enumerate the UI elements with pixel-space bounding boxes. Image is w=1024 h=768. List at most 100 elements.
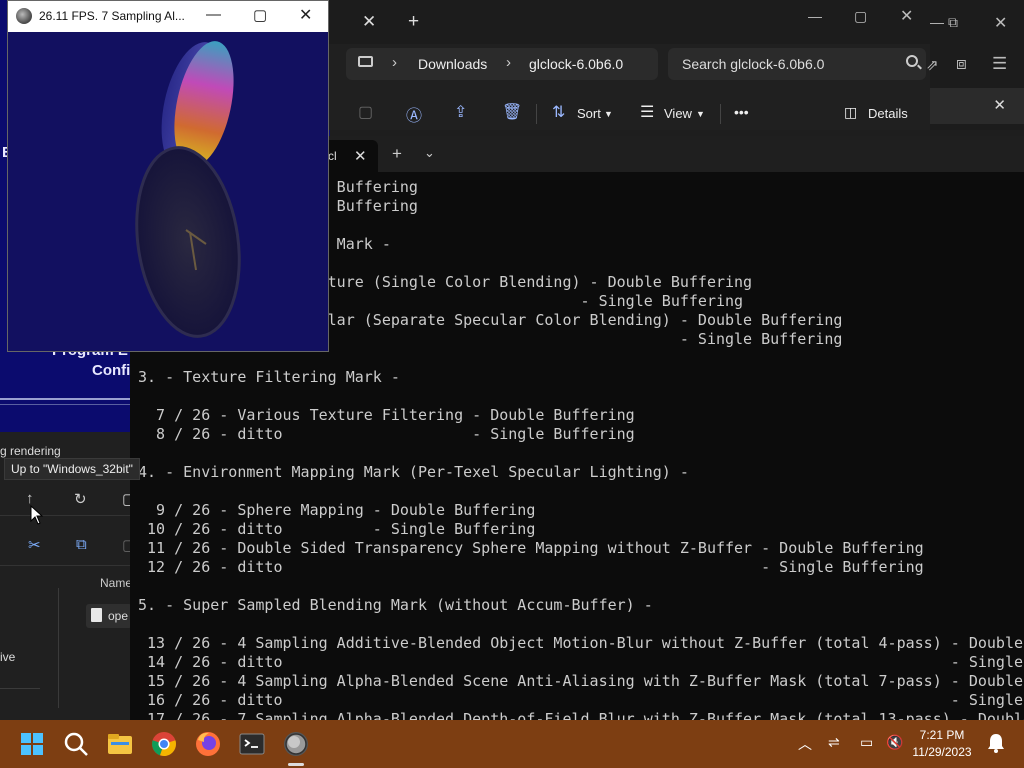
address-bar[interactable]: › Downloads › glclock-6.0b6.0	[346, 48, 658, 80]
glclock-title-bar[interactable]: 26.11 FPS. 7 Sampling Al... — ▢ ✕	[8, 1, 328, 32]
background-app-text: Confi	[92, 362, 131, 379]
search-icon	[906, 55, 918, 67]
file-icon	[91, 608, 102, 622]
menu-icon[interactable]: ☰	[992, 54, 1007, 74]
copy-icon[interactable]: ⧉	[76, 536, 87, 553]
volume-icon[interactable]: 🔇	[886, 734, 903, 751]
divider	[0, 398, 130, 400]
nav-row: ↑ ↻ ▢	[0, 480, 136, 516]
chevron-down-icon: ▼	[696, 109, 705, 119]
chevron-right-icon[interactable]: ›	[506, 54, 511, 71]
command-row: ✂ ⧉ ▢	[0, 524, 136, 566]
glclock-window[interactable]: 26.11 FPS. 7 Sampling Al... — ▢ ✕	[7, 0, 329, 352]
extensions-icon[interactable]: ⧈	[956, 54, 967, 74]
terminal-line: 4. - Environment Mapping Mark (Per-Texel…	[138, 463, 689, 481]
details-button[interactable]: Details	[868, 106, 908, 121]
file-explorer-icon[interactable]	[104, 728, 136, 760]
clock-render-canvas	[135, 41, 241, 338]
close-tab-icon[interactable]: ✕	[354, 147, 367, 165]
divider	[58, 588, 59, 708]
divider	[0, 688, 40, 689]
terminal-line: 15 / 26 - 4 Sampling Alpha-Blended Scene…	[138, 672, 1024, 690]
terminal-line: 3. - Texture Filtering Mark -	[138, 368, 400, 386]
terminal-line: 12 / 26 - ditto - Single Buffering	[138, 558, 924, 576]
file-item[interactable]: ope	[86, 604, 132, 628]
terminal-line: 10 / 26 - ditto - Single Buffering	[138, 520, 536, 538]
glclock-app-icon	[16, 8, 32, 24]
terminal-line: 7 / 26 - Various Texture Filtering - Dou…	[138, 406, 635, 424]
minimize-icon[interactable]: —	[930, 14, 944, 30]
refresh-icon[interactable]: ↻	[74, 490, 87, 508]
cut-icon[interactable]: ✂	[28, 536, 41, 554]
command-bar: ▢ Ⓐ ⇪ 🗑 ⇅ Sort ▼ ☰ View ▼ ••• ◫ Details	[328, 98, 930, 130]
firefox-icon[interactable]	[192, 728, 224, 760]
taskbar: ︿ ⇌ ▭ 🔇 7:21 PM 11/29/2023	[0, 720, 1024, 768]
new-tab-icon[interactable]: +	[408, 11, 419, 33]
view-button[interactable]: View	[664, 106, 692, 121]
rename-icon[interactable]: Ⓐ	[406, 102, 422, 126]
maximize-icon[interactable]: ▢	[854, 8, 867, 25]
chevron-down-icon[interactable]: ⌄	[424, 145, 435, 161]
terminal-tab-label: cl	[328, 149, 337, 163]
chrome-icon[interactable]	[148, 728, 180, 760]
restore-icon[interactable]: ⧉	[948, 14, 958, 31]
active-app-indicator	[288, 763, 304, 766]
column-header-name[interactable]: Name	[100, 576, 132, 590]
sidebar-item[interactable]: ive	[0, 650, 15, 664]
sort-icon[interactable]: ⇅	[552, 102, 565, 122]
close-icon[interactable]: ✕	[299, 5, 312, 25]
breadcrumb-downloads[interactable]: Downloads	[418, 56, 487, 72]
close-icon[interactable]: ✕	[900, 6, 913, 26]
close-tab-icon[interactable]: ✕	[362, 12, 376, 32]
delete-icon[interactable]: 🗑	[502, 102, 522, 122]
search-placeholder: Search glclock-6.0b6.0	[682, 56, 825, 72]
windows-start-icon[interactable]	[16, 728, 48, 760]
chevron-down-icon: ▼	[604, 109, 613, 119]
maximize-icon[interactable]: ▢	[253, 6, 267, 24]
terminal-icon[interactable]	[236, 728, 268, 760]
new-tab-icon[interactable]: +	[392, 144, 402, 164]
terminal-line: 17 / 26 - 7 Sampling Alpha-Blended Depth…	[138, 710, 1024, 720]
rendering-text: g rendering	[0, 444, 61, 458]
terminal-line: 8 / 26 - ditto - Single Buffering	[138, 425, 635, 443]
window-title: 26.11 FPS. 7 Sampling Al...	[39, 9, 185, 23]
file-name: ope	[108, 609, 129, 623]
divider	[536, 104, 537, 124]
clock-body	[136, 147, 240, 337]
share-icon[interactable]: ⇪	[454, 102, 467, 122]
minimize-icon[interactable]: —	[808, 8, 822, 24]
terminal-line: 13 / 26 - 4 Sampling Additive-Blended Ob…	[138, 634, 1024, 652]
breadcrumb-current-folder[interactable]: glclock-6.0b6.0	[529, 56, 623, 72]
minimize-icon[interactable]: —	[206, 6, 221, 23]
extra-icon[interactable]: ⇗	[926, 56, 939, 74]
close-icon[interactable]: ✕	[993, 96, 1006, 114]
taskbar-clock[interactable]: 7:21 PM 11/29/2023	[912, 727, 972, 761]
terminal-line: 14 / 26 - ditto - Single	[138, 653, 1024, 671]
chevron-right-icon[interactable]: ›	[392, 54, 397, 71]
explorer-tab-bar: ✕ + — ▢ ✕	[328, 0, 930, 44]
search-input[interactable]: Search glclock-6.0b6.0	[668, 48, 926, 80]
notification-bell-icon[interactable]	[986, 732, 1006, 754]
background-explorer-window: g rendering Up to "Windows_32bit" ↑ ↻ ▢ …	[0, 432, 140, 722]
sort-button[interactable]: Sort	[577, 106, 601, 121]
paste-icon[interactable]: ▢	[358, 102, 373, 122]
display-icon[interactable]: ▭	[860, 734, 873, 751]
view-icon[interactable]: ☰	[640, 102, 654, 122]
clock-date: 11/29/2023	[912, 745, 972, 759]
more-options-button[interactable]: •••	[734, 104, 749, 120]
terminal-line: 11 / 26 - Double Sided Transparency Sphe…	[138, 539, 924, 557]
computer-icon	[358, 56, 373, 67]
network-icon[interactable]: ⇌	[828, 734, 840, 751]
search-icon[interactable]	[60, 728, 92, 760]
chevron-up-icon[interactable]: ︿	[798, 734, 812, 754]
divider	[0, 404, 130, 405]
details-pane-icon[interactable]: ◫	[844, 104, 857, 121]
close-icon[interactable]: ✕	[994, 13, 1007, 33]
mouse-cursor-icon	[30, 505, 44, 525]
glclock-icon[interactable]	[280, 728, 312, 760]
